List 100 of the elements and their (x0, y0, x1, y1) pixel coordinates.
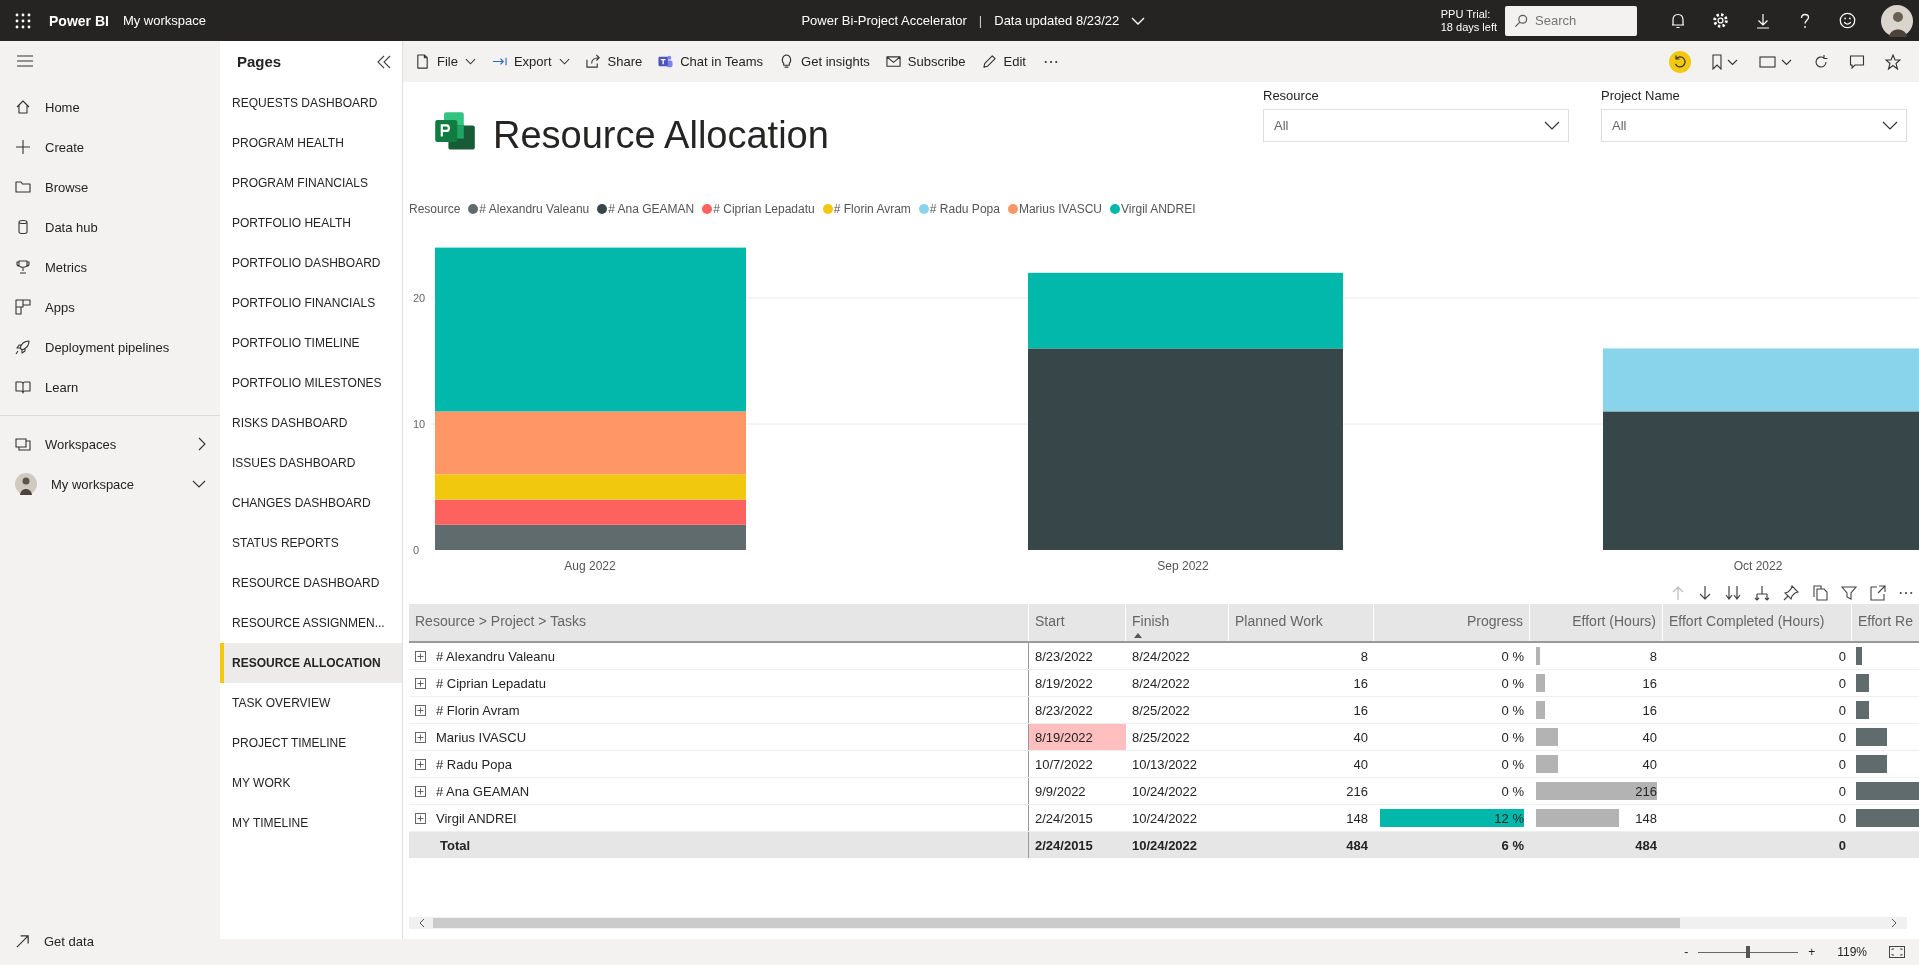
expand-icon[interactable] (415, 785, 426, 797)
legend-item[interactable]: # Alexandru Valeanu (468, 202, 590, 216)
comment-icon[interactable] (1849, 53, 1865, 70)
slider-thumb[interactable] (1746, 946, 1751, 958)
page-tab[interactable]: PORTFOLIO DASHBOARD (220, 243, 402, 283)
expand-icon[interactable] (415, 650, 426, 662)
page-tab[interactable]: PROGRAM FINANCIALS (220, 163, 402, 203)
page-tab[interactable]: TASK OVERVIEW (220, 683, 402, 723)
nav-item[interactable]: Metrics (0, 247, 220, 287)
expand-icon[interactable] (415, 812, 426, 824)
horizontal-scrollbar[interactable] (409, 917, 1907, 929)
page-tab[interactable]: PROJECT TIMELINE (220, 723, 402, 763)
page-tab[interactable]: PORTFOLIO FINANCIALS (220, 283, 402, 323)
fit-to-page-icon[interactable] (1889, 946, 1905, 958)
data-updated-label[interactable]: Data updated 8/23/22 (994, 13, 1120, 28)
column-header[interactable]: Finish (1132, 613, 1170, 629)
column-header[interactable]: Effort Re (1858, 613, 1913, 629)
slicer-dropdown[interactable]: All (1263, 109, 1569, 142)
legend-item[interactable]: Marius IVASCU (1007, 202, 1103, 216)
expand-icon[interactable] (415, 677, 426, 689)
toolbar-button[interactable]: Share (579, 50, 649, 73)
app-name[interactable]: Power BI (49, 12, 109, 29)
expand-icon[interactable] (415, 758, 426, 770)
toolbar-button[interactable]: Get insights (773, 50, 876, 73)
legend-item[interactable]: # Radu Popa (918, 202, 1000, 216)
expand-icon[interactable] (415, 704, 426, 716)
more-icon[interactable] (1899, 591, 1913, 595)
toolbar-button[interactable]: Chat in Teams (652, 50, 770, 73)
page-tab[interactable]: ISSUES DASHBOARD (220, 443, 402, 483)
chevron-left-icon[interactable] (419, 918, 425, 928)
chevron-right-icon[interactable] (1891, 918, 1897, 928)
copy-icon[interactable] (1812, 585, 1828, 601)
page-tab[interactable]: PROGRAM HEALTH (220, 123, 402, 163)
toolbar-button[interactable]: Subscribe (879, 50, 972, 73)
page-tab[interactable]: REQUESTS DASHBOARD (220, 83, 402, 123)
app-launcher-icon[interactable] (15, 12, 31, 29)
workspace-link[interactable]: My workspace (122, 13, 206, 28)
nav-item[interactable]: Browse (0, 167, 220, 207)
page-tab[interactable]: STATUS REPORTS (220, 523, 402, 563)
bookmark-icon[interactable] (1711, 53, 1739, 70)
filter-icon[interactable] (1841, 585, 1857, 601)
double-arrow-down-icon[interactable] (1725, 585, 1741, 601)
nav-item[interactable]: My workspace (0, 464, 220, 504)
column-header[interactable]: Progress (1466, 613, 1523, 629)
legend-item[interactable]: # Ciprian Lepadatu (702, 202, 815, 216)
column-header[interactable]: Effort (Hours) (1572, 613, 1656, 629)
page-tab[interactable]: PORTFOLIO MILESTONES (220, 363, 402, 403)
focus-mode-icon[interactable] (1870, 585, 1886, 601)
page-tab[interactable]: MY WORK (220, 763, 402, 803)
pin-icon[interactable] (1783, 585, 1799, 601)
page-tab[interactable]: PORTFOLIO TIMELINE (220, 323, 402, 363)
expand-icon[interactable] (415, 731, 426, 743)
page-tab[interactable]: RESOURCE DASHBOARD (220, 563, 402, 603)
reset-icon[interactable] (1669, 50, 1691, 73)
view-icon[interactable] (1759, 53, 1793, 70)
menu-icon[interactable] (17, 55, 33, 67)
page-tab[interactable]: RESOURCE ALLOCATION (220, 643, 402, 683)
nav-item[interactable]: Home (0, 87, 220, 127)
data-bar (1536, 755, 1559, 773)
refresh-icon[interactable] (1813, 53, 1829, 70)
page-tab[interactable]: PORTFOLIO HEALTH (220, 203, 402, 243)
chevron-down-icon[interactable] (1131, 16, 1146, 25)
legend-item[interactable]: # Florin Avram (822, 202, 911, 216)
table-cell-text: 10/24/2022 (1131, 782, 1199, 801)
nav-item[interactable]: Create (0, 127, 220, 167)
toolbar-button[interactable]: Edit (975, 50, 1032, 73)
download-icon[interactable] (1755, 12, 1771, 29)
toolbar-button[interactable]: File (409, 50, 482, 73)
star-icon[interactable] (1885, 53, 1901, 70)
smiley-icon[interactable] (1839, 12, 1856, 29)
nav-item[interactable]: Workspaces (0, 424, 220, 464)
nav-item[interactable]: Get data (0, 921, 220, 961)
column-header[interactable]: Effort Completed (Hours) (1669, 613, 1825, 629)
slicer-dropdown[interactable]: All (1601, 109, 1907, 142)
nav-item[interactable]: Apps (0, 287, 220, 327)
column-header[interactable]: Start (1035, 613, 1065, 629)
legend-item[interactable]: # Ana GEAMAN (597, 202, 695, 216)
zoom-in-button[interactable]: + (1808, 945, 1816, 959)
collapse-icon[interactable] (376, 54, 392, 69)
zoom-out-button[interactable]: - (1684, 945, 1689, 959)
legend-item[interactable]: Virgil ANDREI (1110, 202, 1196, 216)
bell-icon[interactable] (1670, 12, 1686, 29)
column-header[interactable]: Resource > Project > Tasks (415, 613, 586, 629)
search-field[interactable]: Search (1505, 5, 1637, 36)
page-tab[interactable]: RESOURCE ASSIGNMEN... (220, 603, 402, 643)
nav-item[interactable]: Data hub (0, 207, 220, 247)
page-tab[interactable]: RISKS DASHBOARD (220, 403, 402, 443)
avatar[interactable] (1881, 4, 1913, 37)
arrow-down-icon[interactable] (1698, 585, 1712, 601)
nav-item[interactable]: Deployment pipelines (0, 327, 220, 367)
column-header[interactable]: Planned Work (1235, 613, 1323, 629)
toolbar-button[interactable]: Export (485, 50, 576, 73)
table-cell: # Ana GEAMAN (436, 783, 530, 799)
expand-hierarchy-icon[interactable] (1754, 585, 1770, 601)
table-cell: 148 (1635, 810, 1657, 826)
settings-icon[interactable] (1712, 12, 1729, 29)
more-icon[interactable] (1043, 59, 1058, 64)
nav-item[interactable]: Learn (0, 367, 220, 407)
page-tab[interactable]: MY TIMELINE (220, 803, 402, 843)
page-tab[interactable]: CHANGES DASHBOARD (220, 483, 402, 523)
